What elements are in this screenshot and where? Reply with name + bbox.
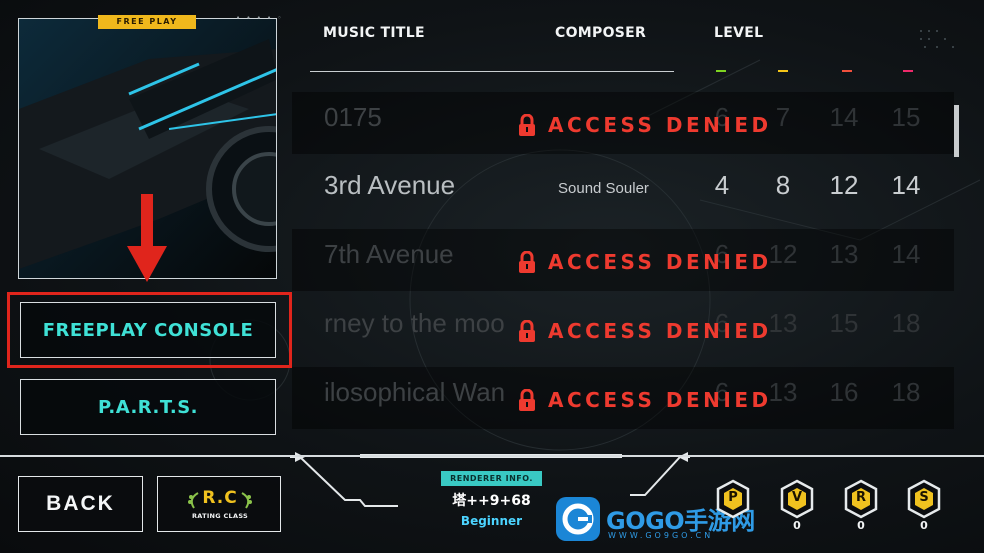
rank-badge-count: 0 — [920, 519, 928, 532]
access-denied-label: ACCESS DENIED — [518, 113, 772, 137]
access-denied-text: ACCESS DENIED — [548, 388, 772, 412]
song-level: 12 — [829, 170, 859, 200]
rank-badge-letter: P — [728, 490, 738, 505]
song-title: rney to the moo — [324, 308, 505, 338]
watermark-logo-icon — [556, 497, 600, 541]
scrollbar[interactable] — [954, 105, 959, 157]
level-color-dash — [778, 70, 788, 72]
song-row[interactable]: 3rd Avenue 4 8 12 14 Sound Souler — [292, 160, 954, 222]
rank-badge-letter: R — [855, 490, 866, 505]
song-level: 14 — [891, 170, 921, 200]
renderer-name: 塔++9+68 — [452, 493, 531, 509]
song-row[interactable]: rney to the moo 6 13 15 18 ACCESS DENIED — [292, 298, 954, 360]
rank-badge-p: P — [715, 479, 751, 519]
access-denied-label: ACCESS DENIED — [518, 250, 772, 274]
rank-badge-r: R — [843, 479, 879, 519]
lock-icon — [519, 251, 535, 273]
rank-badge-letter: V — [791, 490, 803, 505]
level-header: LEVEL — [714, 25, 764, 41]
game-screen: FREE PLAY • • • • ◦ FREEPLAY CONSOLE P.A… — [0, 0, 984, 553]
song-level: 13 — [829, 239, 859, 269]
rank-badge-count: 0 — [793, 519, 801, 532]
lock-icon — [519, 389, 535, 411]
song-level: 16 — [829, 377, 859, 407]
access-denied-label: ACCESS DENIED — [518, 319, 772, 343]
composer-header: COMPOSER — [555, 25, 647, 41]
renderer-info-badge: RENDERER INFO. — [441, 471, 542, 486]
song-level: 8 — [775, 170, 791, 200]
access-denied-label: ACCESS DENIED — [518, 388, 772, 412]
parts-button[interactable]: P.A.R.T.S. — [20, 379, 276, 435]
song-title: ilosophical Wan — [324, 377, 506, 407]
song-level: 14 — [891, 239, 921, 269]
access-denied-text: ACCESS DENIED — [548, 113, 772, 137]
song-row[interactable]: 0175 6 7 14 15 ACCESS DENIED — [292, 92, 954, 154]
song-level: 4 — [714, 170, 730, 200]
song-title: 3rd Avenue — [324, 170, 456, 200]
lock-icon — [519, 320, 535, 342]
song-level: 15 — [829, 308, 859, 338]
rating-class-label: RATING CLASS — [191, 512, 249, 520]
jacket-indicator-dots: • • • • ◦ — [236, 14, 284, 22]
rank-badge-s: S — [906, 479, 942, 519]
lock-icon — [519, 114, 535, 136]
song-level: 15 — [891, 102, 921, 132]
level-color-dash — [716, 70, 726, 72]
song-level: 18 — [891, 377, 921, 407]
access-denied-text: ACCESS DENIED — [548, 319, 772, 343]
access-denied-text: ACCESS DENIED — [548, 250, 772, 274]
rank-badge-v: V — [779, 479, 815, 519]
rank-badge-count: 0 — [857, 519, 865, 532]
free-play-badge: FREE PLAY — [98, 15, 196, 29]
highlight-annotation — [7, 292, 292, 368]
song-title: 7th Avenue — [324, 239, 454, 269]
song-list[interactable]: 0175 6 7 14 15 ACCESS DENIED 3rd Avenue 4 8 12 14 S… — [292, 89, 954, 434]
rating-class-value: R.C — [202, 488, 238, 508]
renderer-rank: Beginner — [460, 514, 523, 528]
music-title-header: MUSIC TITLE — [323, 25, 425, 41]
laurel-right-icon — [241, 492, 252, 509]
header-divider — [310, 71, 674, 72]
level-color-dash — [903, 70, 913, 72]
song-composer: Sound Souler — [558, 180, 649, 197]
song-row[interactable]: ilosophical Wan 6 13 16 18 ACCESS DENIED — [292, 367, 954, 429]
watermark-url: WWW.GO9GO.CN — [608, 531, 714, 540]
song-row[interactable]: 7th Avenue 6 12 13 14 ACCESS DENIED — [292, 229, 954, 291]
bottom-divider — [0, 455, 984, 457]
level-color-dash — [842, 70, 852, 72]
back-button[interactable]: BACK — [18, 476, 143, 532]
rank-badge-letter: S — [919, 490, 929, 505]
song-level: 18 — [891, 308, 921, 338]
song-title: 0175 — [324, 102, 382, 132]
song-level: 14 — [829, 102, 859, 132]
red-arrow-icon — [127, 194, 167, 282]
rating-class-panel[interactable]: R.C RATING CLASS — [157, 476, 281, 532]
